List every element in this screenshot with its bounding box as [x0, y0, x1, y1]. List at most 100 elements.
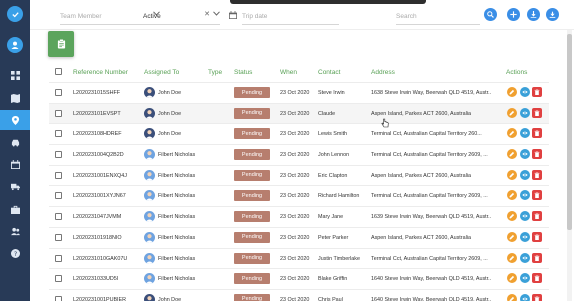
reference-number[interactable]: L202023108HDREF: [73, 131, 141, 137]
reference-number[interactable]: L2020231001ENXQ4J: [73, 173, 141, 179]
table-row[interactable]: L2020231015SHFF John Doe Pending 23 Oct 202…: [49, 82, 549, 103]
edit-button[interactable]: [507, 149, 517, 160]
contact: Mary Jane: [318, 214, 344, 221]
table-row[interactable]: L2020231004Q2B2D Filbert Nicholas Pending 2…: [49, 144, 549, 165]
view-button[interactable]: [520, 87, 530, 97]
header-assigned[interactable]: Assigned To: [144, 69, 179, 76]
calendar-icon[interactable]: [0, 154, 30, 174]
delete-button[interactable]: [532, 293, 542, 301]
download-button[interactable]: [527, 8, 540, 21]
reference-number[interactable]: L2020231004Q2B2D: [73, 152, 141, 158]
search-button[interactable]: [484, 8, 497, 21]
edit-button[interactable]: [507, 107, 517, 118]
reference-number[interactable]: L2020231033UD5I: [73, 276, 141, 282]
header-reference[interactable]: Reference Number: [73, 69, 128, 76]
table-row[interactable]: L202023108HDREF John Doe Pending 23 Oct 202…: [49, 123, 549, 144]
row-checkbox[interactable]: [55, 254, 62, 262]
edit-button[interactable]: [507, 293, 517, 301]
export-button[interactable]: [546, 8, 559, 21]
location-pin-icon[interactable]: [0, 110, 30, 130]
scrollbar-thumb[interactable]: [567, 34, 572, 230]
table-row[interactable]: L2020231001PUBIER John Doe Pending 23 Oct 2…: [49, 288, 549, 301]
reference-number[interactable]: L202023101918NIO: [73, 235, 141, 241]
clipboard-button[interactable]: [48, 31, 74, 57]
edit-button[interactable]: [507, 231, 517, 242]
edit-button[interactable]: [507, 169, 517, 180]
add-icon: [510, 11, 517, 18]
reference-number[interactable]: L2020231047JVMM: [73, 214, 141, 220]
row-checkbox[interactable]: [55, 151, 62, 159]
delete-button[interactable]: [532, 149, 542, 160]
table-row[interactable]: L2020231001XYJN67 Filbert Nicholas Pending…: [49, 185, 549, 206]
table-row[interactable]: L2020231010GAK07U Filbert Nicholas Pending…: [49, 247, 549, 269]
reference-number[interactable]: L202023101EVSPT: [73, 111, 141, 117]
trip-date-field[interactable]: Trip date: [229, 9, 339, 25]
header-status[interactable]: Status: [234, 69, 252, 76]
table-row[interactable]: L2020231047JVMM Filbert Nicholas Pending 23…: [49, 206, 549, 227]
delete-button[interactable]: [532, 211, 542, 222]
delete-button[interactable]: [532, 169, 542, 180]
table-row[interactable]: L2020231033UD5I Filbert Nicholas Pending 23…: [49, 268, 549, 289]
row-checkbox[interactable]: [55, 295, 62, 301]
edit-button[interactable]: [507, 211, 517, 222]
row-checkbox[interactable]: [55, 275, 62, 283]
edit-button[interactable]: [507, 128, 517, 139]
contact: Claude: [318, 110, 336, 117]
check-logo-icon[interactable]: [7, 6, 23, 22]
view-button[interactable]: [520, 211, 530, 222]
view-button[interactable]: [520, 107, 530, 118]
add-button[interactable]: [507, 8, 520, 21]
header-type[interactable]: Type: [208, 69, 222, 76]
table-row[interactable]: L202023101EVSPT John Doe Pending 23 Oct 202…: [49, 102, 549, 124]
table-row[interactable]: L202023101918NIO Filbert Nicholas Pending 2…: [49, 226, 549, 248]
reference-number[interactable]: L2020231010GAK07U: [73, 256, 141, 262]
view-button[interactable]: [520, 169, 530, 180]
delete-button[interactable]: [532, 87, 542, 97]
row-checkbox[interactable]: [55, 233, 62, 241]
row-checkbox[interactable]: [55, 109, 62, 117]
delete-button[interactable]: [532, 273, 542, 284]
edit-button[interactable]: [507, 252, 517, 263]
delete-button[interactable]: [532, 107, 542, 118]
row-checkbox[interactable]: [55, 130, 62, 138]
row-checkbox[interactable]: [55, 213, 62, 221]
edit-button[interactable]: [507, 273, 517, 284]
edit-button[interactable]: [507, 190, 517, 201]
search-input[interactable]: Search: [396, 9, 480, 25]
reference-number[interactable]: L2020231015SHFF: [73, 90, 141, 96]
delete-button[interactable]: [532, 231, 542, 242]
view-button[interactable]: [520, 231, 530, 242]
view-button[interactable]: [520, 293, 530, 301]
row-checkbox[interactable]: [55, 192, 62, 200]
truck-icon[interactable]: [0, 176, 30, 196]
status-select[interactable]: Active ✕: [143, 9, 220, 25]
briefcase-icon[interactable]: [0, 199, 30, 219]
reference-number[interactable]: L2020231001PUBIER: [73, 297, 141, 301]
map-icon[interactable]: [0, 88, 30, 108]
header-address[interactable]: Address: [371, 69, 395, 76]
delete-button[interactable]: [532, 190, 542, 201]
select-all-checkbox[interactable]: [55, 68, 62, 75]
row-checkbox[interactable]: [55, 89, 62, 96]
clear-icon[interactable]: ✕: [204, 10, 210, 18]
dashboard-icon[interactable]: [0, 65, 30, 85]
table-row[interactable]: L2020231001ENXQ4J Filbert Nicholas Pending…: [49, 164, 549, 186]
delete-button[interactable]: [532, 128, 542, 139]
help-icon[interactable]: ?: [0, 243, 30, 263]
car-icon[interactable]: [0, 132, 30, 152]
users-icon[interactable]: [0, 221, 30, 241]
header-contact[interactable]: Contact: [318, 69, 340, 76]
view-button[interactable]: [520, 128, 530, 139]
header-when[interactable]: When: [280, 69, 297, 76]
reference-number[interactable]: L2020231001XYJN67: [73, 193, 141, 199]
when: 23 Oct 2020: [280, 90, 310, 96]
row-checkbox[interactable]: [55, 171, 62, 179]
view-button[interactable]: [520, 149, 530, 160]
delete-button[interactable]: [532, 252, 542, 263]
user-avatar-icon[interactable]: [7, 37, 23, 53]
view-button[interactable]: [520, 252, 530, 263]
view-button[interactable]: [520, 190, 530, 201]
view-button[interactable]: [520, 273, 530, 284]
calendar-icon[interactable]: [229, 11, 237, 21]
edit-button[interactable]: [507, 87, 517, 97]
